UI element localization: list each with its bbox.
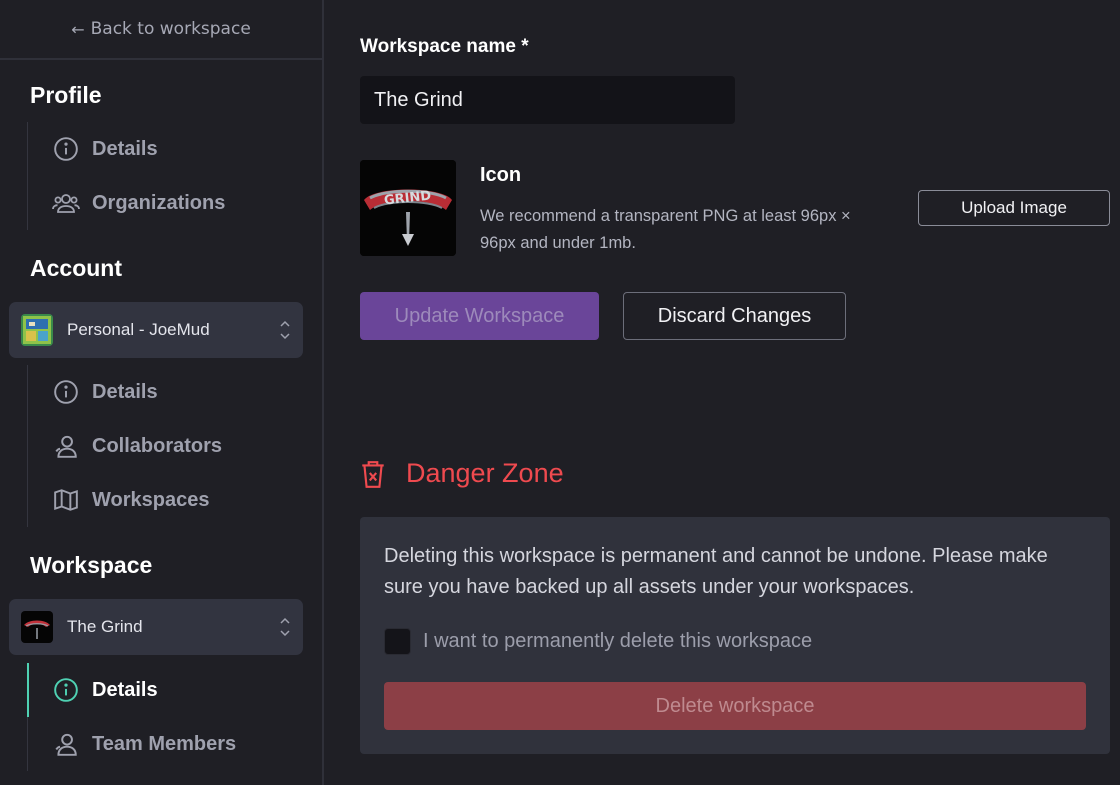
sidebar-item-workspace-details[interactable]: Details [27, 663, 317, 717]
back-to-workspace-link[interactable]: ← Back to workspace [0, 0, 322, 60]
workspace-name-label: Workspace name * [360, 36, 529, 57]
main-content: Workspace name * GRIND Icon We recommend… [324, 0, 1120, 785]
danger-zone-panel: Deleting this workspace is permanent and… [360, 517, 1110, 754]
sidebar-item-team-members[interactable]: Team Members [28, 717, 317, 771]
account-selector-label: Personal - JoeMud [67, 320, 210, 339]
section-title-profile: Profile [30, 82, 102, 108]
upload-image-button[interactable]: Upload Image [918, 190, 1110, 226]
workspace-selector[interactable]: The Grind [9, 599, 303, 655]
info-icon [52, 135, 80, 163]
danger-zone-title: Danger Zone [406, 458, 564, 488]
workspace-avatar [21, 611, 53, 643]
confirm-delete-label[interactable]: I want to permanently delete this worksp… [423, 630, 812, 653]
workspace-nav: Details Team Members [27, 663, 317, 771]
confirm-delete-row: I want to permanently delete this worksp… [384, 628, 812, 655]
account-nav: Details Collaborators Workspaces [27, 365, 317, 527]
account-avatar [21, 314, 53, 346]
sidebar-item-label: Workspaces [92, 488, 210, 511]
sidebar-item-collaborators[interactable]: Collaborators [28, 419, 317, 473]
workspace-selector-label: The Grind [67, 617, 143, 636]
workspace-name-input[interactable] [360, 76, 735, 124]
arrow-left-icon: ← [71, 19, 85, 39]
update-workspace-button[interactable]: Update Workspace [360, 292, 599, 340]
info-icon [52, 378, 80, 406]
discard-changes-button[interactable]: Discard Changes [623, 292, 846, 340]
icon-section-title: Icon [480, 164, 522, 186]
sidebar-item-label: Details [92, 137, 158, 160]
sidebar-item-label: Team Members [92, 732, 237, 755]
chevron-up-down-icon [280, 617, 290, 637]
back-link-label: Back to workspace [90, 19, 251, 39]
sidebar-item-label: Organizations [92, 191, 226, 214]
sidebar-item-workspaces[interactable]: Workspaces [28, 473, 317, 527]
sidebar-item-profile-details[interactable]: Details [28, 122, 317, 176]
section-title-account: Account [30, 255, 122, 281]
danger-zone-warning: Deleting this workspace is permanent and… [384, 545, 1048, 598]
sidebar-item-label: Collaborators [92, 434, 223, 457]
sidebar-item-label: Details [92, 380, 158, 403]
map-icon [52, 486, 80, 514]
account-selector[interactable]: Personal - JoeMud [9, 302, 303, 358]
workspace-icon-preview: GRIND [360, 160, 456, 256]
users-icon [52, 189, 80, 217]
danger-zone-header: Danger Zone [360, 458, 564, 489]
sidebar-item-label: Details [92, 678, 158, 701]
delete-workspace-button[interactable]: Delete workspace [384, 682, 1086, 730]
user-icon [52, 730, 80, 758]
info-icon [52, 676, 80, 704]
confirm-delete-checkbox[interactable] [384, 628, 411, 655]
trash-icon [362, 460, 384, 488]
profile-nav: Details Organizations [27, 122, 317, 230]
icon-description: We recommend a transparent PNG at least … [480, 207, 851, 252]
sidebar: ← Back to workspace Profile Details Orga… [0, 0, 324, 785]
sidebar-item-organizations[interactable]: Organizations [28, 176, 317, 230]
chevron-up-down-icon [280, 320, 290, 340]
sidebar-item-account-details[interactable]: Details [28, 365, 317, 419]
user-icon [52, 432, 80, 460]
section-title-workspace: Workspace [30, 552, 153, 578]
